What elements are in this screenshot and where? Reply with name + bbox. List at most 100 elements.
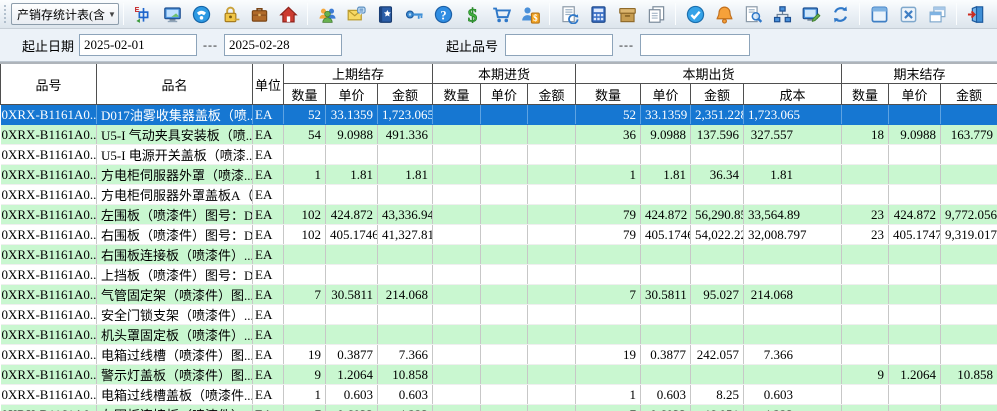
cell-out-price — [641, 365, 691, 385]
grid-row[interactable]: 0XRX-B1161A0...左围板连接板（喷漆件）...EA70.60334.… — [1, 405, 997, 411]
grid-row[interactable]: 0XRX-B1161A0...方电柜伺服器外罩盖板A（...EA — [1, 185, 997, 205]
search-document-icon[interactable] — [742, 3, 764, 25]
cell-in-qty — [433, 325, 481, 345]
statistics-table: 品号品名单位上期结存本期进货本期出货期末结存数量单价金额数量单价金额数量单价金额… — [0, 62, 997, 411]
cell-out-cost — [744, 365, 842, 385]
cell-in-qty — [433, 265, 481, 285]
mail-icon[interactable] — [345, 3, 367, 25]
grid-row[interactable]: 0XRX-B1161A0...方电柜伺服器外罩（喷漆...EA11.811.81… — [1, 165, 997, 185]
cell-open-qty — [284, 305, 326, 325]
cell-unit: EA — [253, 245, 284, 265]
sub-header-amount: 金额 — [378, 84, 433, 105]
cell-out-cost: 214.068 — [744, 285, 842, 305]
cell-open-price: 0.603 — [326, 385, 378, 405]
cell-item-name: 方电柜伺服器外罩盖板A（... — [97, 185, 253, 205]
key-icon[interactable] — [403, 3, 425, 25]
cell-item-name: U5-I 电源开关盖板（喷漆... — [97, 145, 253, 165]
cell-item-no: 0XRX-B1161A0... — [1, 345, 97, 365]
cascade-windows-icon[interactable] — [926, 3, 948, 25]
cell-end-qty — [842, 185, 889, 205]
cell-open-qty — [284, 265, 326, 285]
cell-in-qty — [433, 305, 481, 325]
cell-open-qty — [284, 245, 326, 265]
grid-row[interactable]: 0XRX-B1161A0...右围板连接板（喷漆件）...EA — [1, 245, 997, 265]
cell-in-amt — [528, 325, 576, 345]
exit-door-icon[interactable] — [965, 3, 987, 25]
alert-bell-icon[interactable] — [713, 3, 735, 25]
toolbar-grip[interactable] — [3, 4, 7, 24]
lock-icon[interactable] — [219, 3, 241, 25]
report-refresh-icon[interactable] — [558, 3, 580, 25]
monitor-edit-icon[interactable] — [800, 3, 822, 25]
grid-row[interactable]: 0XRX-B1161A0...U5-I 气动夹具安装板（喷...EA549.09… — [1, 125, 997, 145]
cell-open-price — [326, 305, 378, 325]
archive-box-icon[interactable] — [616, 3, 638, 25]
customer-billing-icon[interactable]: $ — [519, 3, 541, 25]
item-range-label: 起止品号 — [446, 36, 498, 55]
cell-end-price — [889, 245, 941, 265]
grid-row[interactable]: 0XRX-B1161A0...气管固定架（喷漆件）图...EA730.58112… — [1, 285, 997, 305]
sub-header-qty: 数量 — [433, 84, 481, 105]
cell-in-qty — [433, 345, 481, 365]
calculator-icon[interactable] — [587, 3, 609, 25]
cell-out-qty — [576, 265, 641, 285]
cell-open-amt: 4.223 — [378, 405, 433, 411]
statistics-grid: 品号品名单位上期结存本期进货本期出货期末结存数量单价金额数量单价金额数量单价金额… — [0, 62, 997, 411]
report-selector-dropdown[interactable]: 产销存统计表(含 ▼ — [11, 3, 119, 25]
org-chart-icon[interactable] — [771, 3, 793, 25]
main-toolbar: 产销存统计表(含 ▼ E? $ $ — [0, 0, 997, 29]
help-icon[interactable]: ? — [432, 3, 454, 25]
cell-end-qty — [842, 305, 889, 325]
language-icon[interactable]: E — [132, 3, 154, 25]
cell-open-amt: 10.858 — [378, 365, 433, 385]
cell-out-qty: 1 — [576, 165, 641, 185]
cell-open-price: 424.872 — [326, 205, 378, 225]
grid-row[interactable]: 0XRX-B1161A0...上挡板（喷漆件）图号：D...EA — [1, 265, 997, 285]
cell-open-qty: 9 — [284, 365, 326, 385]
cell-open-amt — [378, 185, 433, 205]
cell-end-qty — [842, 105, 889, 125]
phone-icon[interactable] — [190, 3, 212, 25]
briefcase-icon[interactable] — [248, 3, 270, 25]
copy-icon[interactable] — [645, 3, 667, 25]
item-to-input[interactable] — [640, 34, 750, 56]
cell-open-amt: 43,336.946 — [378, 205, 433, 225]
home-icon[interactable] — [277, 3, 299, 25]
notebook-star-icon[interactable] — [374, 3, 396, 25]
grid-row[interactable]: 0XRX-B1161A0...左围板（喷漆件）图号：D...EA102424.8… — [1, 205, 997, 225]
monitor-icon[interactable] — [161, 3, 183, 25]
grid-row[interactable]: 0XRX-B1161A0...右围板（喷漆件）图号：D...EA102405.1… — [1, 225, 997, 245]
col-header-item-name: 品名 — [97, 63, 253, 105]
cell-out-amt: 54,022.228 — [691, 225, 744, 245]
window-close-icon[interactable] — [897, 3, 919, 25]
cell-in-qty — [433, 125, 481, 145]
window-restore-icon[interactable] — [868, 3, 890, 25]
users-icon[interactable] — [316, 3, 338, 25]
date-to-input[interactable] — [224, 34, 342, 56]
grid-row[interactable]: 0XRX-B1161A0...机头罩固定板（喷漆件）...EA — [1, 325, 997, 345]
grid-row[interactable]: 0XRX-B1161A0...D017油雾收集器盖板（喷...EA5233.13… — [1, 105, 997, 125]
item-from-input[interactable] — [505, 34, 613, 56]
grid-row[interactable]: 0XRX-B1161A0...警示灯盖板（喷漆件）图...EA91.206410… — [1, 365, 997, 385]
cell-in-qty — [433, 145, 481, 165]
cell-in-price — [481, 105, 528, 125]
cell-unit: EA — [253, 105, 284, 125]
cell-end-price — [889, 385, 941, 405]
date-from-input[interactable] — [79, 34, 197, 56]
cell-out-qty: 52 — [576, 105, 641, 125]
refresh-icon[interactable] — [829, 3, 851, 25]
cell-item-no: 0XRX-B1161A0... — [1, 185, 97, 205]
cell-item-no: 0XRX-B1161A0... — [1, 285, 97, 305]
cell-out-cost — [744, 145, 842, 165]
cell-unit: EA — [253, 205, 284, 225]
approve-check-icon[interactable] — [684, 3, 706, 25]
grid-row[interactable]: 0XRX-B1161A0...安全门锁支架（喷漆件）...EA — [1, 305, 997, 325]
cell-out-qty — [576, 245, 641, 265]
cell-in-qty — [433, 285, 481, 305]
grid-row[interactable]: 0XRX-B1161A0...电箱过线槽盖板（喷漆件...EA10.6030.6… — [1, 385, 997, 405]
cell-end-amt — [941, 405, 997, 411]
cart-icon[interactable] — [490, 3, 512, 25]
grid-row[interactable]: 0XRX-B1161A0...U5-I 电源开关盖板（喷漆...EA — [1, 145, 997, 165]
grid-row[interactable]: 0XRX-B1161A0...电箱过线槽（喷漆件）图...EA190.38777… — [1, 345, 997, 365]
dollar-icon[interactable]: $ — [461, 3, 483, 25]
